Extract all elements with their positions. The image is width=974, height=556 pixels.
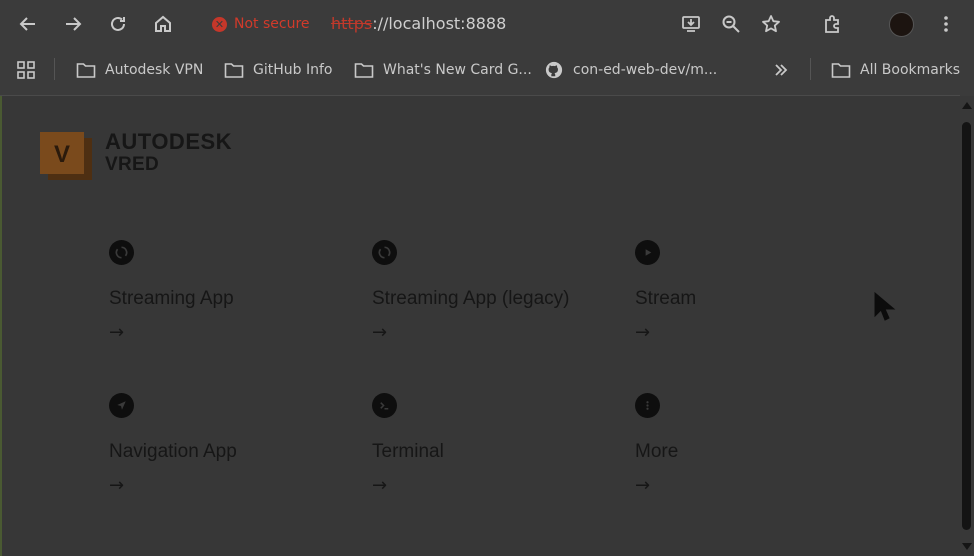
address-bar[interactable]: https://localhost:8888 (331, 14, 506, 33)
arrow-right-icon[interactable]: → (635, 477, 650, 495)
mouse-pointer-icon (874, 292, 896, 321)
autodesk-vred-logo-icon: V (40, 132, 92, 180)
card-stream[interactable]: Stream → (635, 240, 885, 360)
not-secure-indicator[interactable]: ✕ Not secure (212, 14, 310, 34)
play-icon (635, 240, 660, 265)
profile-avatar[interactable] (889, 12, 914, 37)
card-title: Navigation App (109, 441, 237, 462)
card-title: Streaming App (109, 288, 234, 309)
scroll-down-icon[interactable] (962, 543, 972, 550)
kebab-menu-icon[interactable] (934, 12, 958, 36)
more-dots-icon (635, 393, 660, 418)
logo-letter: V (54, 141, 70, 168)
url-host: ://localhost:8888 (372, 14, 507, 33)
bookmark-con-ed-web-dev[interactable]: con-ed-web-dev/m... (544, 60, 717, 80)
arrow-right-icon[interactable]: → (372, 477, 387, 495)
extensions-puzzle-icon[interactable] (821, 12, 845, 36)
card-title: Terminal (372, 441, 444, 462)
browser-toolbar: ✕ Not secure https://localhost:8888 (0, 0, 974, 48)
url-scheme: https (331, 14, 373, 33)
bookmark-label: What's New Card G... (383, 62, 532, 78)
zoom-icon[interactable] (719, 12, 743, 36)
bookmark-autodesk-vpn[interactable]: Autodesk VPN (76, 60, 203, 80)
github-icon (545, 61, 563, 79)
arrow-right-icon[interactable]: → (109, 324, 124, 342)
folder-icon (76, 63, 96, 78)
vertical-scrollbar[interactable] (960, 96, 974, 556)
star-bookmark-icon[interactable] (759, 12, 783, 36)
bookmark-label: con-ed-web-dev/m... (573, 62, 718, 78)
card-title: Streaming App (legacy) (372, 288, 570, 309)
page-content: V AUTODESK VRED Streaming App → Streamin… (0, 96, 960, 556)
bookmark-label: GitHub Info (253, 62, 333, 78)
back-arrow-icon[interactable] (16, 12, 40, 36)
bookmarks-separator (54, 58, 55, 80)
not-secure-label: Not secure (234, 16, 310, 32)
install-app-icon[interactable] (679, 12, 703, 36)
bookmarks-separator (810, 58, 811, 80)
bookmark-github-info[interactable]: GitHub Info (224, 60, 332, 80)
card-title: More (635, 441, 679, 462)
bookmark-all-bookmarks[interactable]: All Bookmarks (831, 60, 960, 80)
warning-x-icon: ✕ (212, 16, 227, 32)
card-more[interactable]: More → (635, 393, 885, 513)
folder-icon (831, 63, 851, 78)
streaming-sync-icon (109, 240, 134, 265)
folder-icon (224, 63, 244, 78)
card-navigation-app[interactable]: Navigation App → (109, 393, 359, 513)
streaming-sync-icon (372, 240, 397, 265)
card-terminal[interactable]: Terminal → (372, 393, 622, 513)
reload-icon[interactable] (106, 12, 130, 36)
logo-product: VRED (105, 154, 159, 175)
bookmarks-bar: Autodesk VPN GitHub Info What's New Card… (0, 48, 974, 92)
scroll-thumb[interactable] (962, 122, 971, 530)
apps-grid-icon[interactable] (14, 58, 38, 82)
card-streaming-app[interactable]: Streaming App → (109, 240, 359, 360)
arrow-right-icon[interactable]: → (372, 324, 387, 342)
logo-wordmark: AUTODESK VRED (105, 129, 233, 175)
bookmark-label: Autodesk VPN (105, 62, 204, 78)
arrow-right-icon[interactable]: → (635, 324, 650, 342)
home-icon[interactable] (151, 12, 175, 36)
arrow-right-icon[interactable]: → (109, 477, 124, 495)
scroll-up-icon[interactable] (962, 102, 972, 109)
bookmark-whats-new[interactable]: What's New Card G... (354, 60, 532, 80)
terminal-icon (372, 393, 397, 418)
folder-icon (354, 63, 374, 78)
card-title: Stream (635, 288, 697, 309)
all-bookmarks-label: All Bookmarks (860, 62, 961, 78)
chevron-double-right-icon[interactable] (769, 58, 793, 82)
card-streaming-app-legacy[interactable]: Streaming App (legacy) → (372, 240, 622, 360)
forward-arrow-icon[interactable] (61, 12, 85, 36)
window-edge (0, 96, 2, 556)
navigation-arrow-icon (109, 393, 134, 418)
logo-brand: AUTODESK (105, 129, 233, 154)
